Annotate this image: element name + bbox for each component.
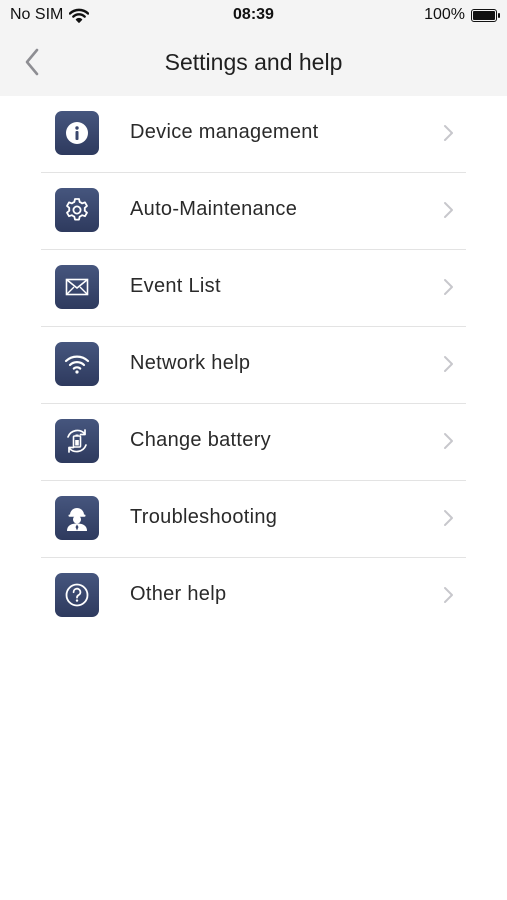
chevron-right-icon	[444, 356, 453, 372]
menu-item-troubleshooting[interactable]: Troubleshooting	[0, 481, 507, 558]
chevron-right-icon	[444, 433, 453, 449]
battery-fill	[473, 10, 495, 20]
chevron-right-icon	[444, 279, 453, 295]
question-icon	[55, 573, 99, 617]
info-icon	[55, 111, 99, 155]
menu-item-label: Other help	[130, 583, 227, 605]
chevron-right-icon	[444, 202, 453, 218]
nav-bar: Settings and help	[0, 30, 507, 96]
menu-item-label: Device management	[130, 121, 319, 143]
gear-icon	[55, 188, 99, 232]
menu-item-change-battery[interactable]: Change battery	[0, 404, 507, 481]
menu-item-other-help[interactable]: Other help	[0, 558, 507, 635]
battery-percent: 100%	[424, 6, 465, 23]
menu-item-event-list[interactable]: Event List	[0, 250, 507, 327]
page-title: Settings and help	[164, 49, 343, 75]
menu-item-label: Network help	[130, 352, 251, 374]
menu-item-label: Change battery	[130, 429, 271, 451]
menu-item-network-help[interactable]: Network help	[0, 327, 507, 404]
chevron-right-icon	[444, 125, 453, 141]
chevron-right-icon	[444, 587, 453, 603]
menu-item-label: Auto-Maintenance	[130, 198, 298, 220]
menu-item-device-management[interactable]: Device management	[0, 96, 507, 173]
technician-icon	[55, 496, 99, 540]
settings-menu: Device management Auto-Maintenance Event…	[0, 96, 507, 635]
menu-item-label: Troubleshooting	[130, 506, 278, 528]
battery-swap-icon	[55, 419, 99, 463]
chevron-right-icon	[444, 510, 453, 526]
status-bar: No SIM 08:39 100%	[0, 0, 507, 30]
wifi-icon	[55, 342, 99, 386]
menu-item-auto-maintenance[interactable]: Auto-Maintenance	[0, 173, 507, 250]
battery-icon	[471, 8, 500, 22]
status-bar-right: 100%	[424, 6, 500, 24]
envelope-icon	[55, 265, 99, 309]
menu-item-label: Event List	[130, 275, 221, 297]
